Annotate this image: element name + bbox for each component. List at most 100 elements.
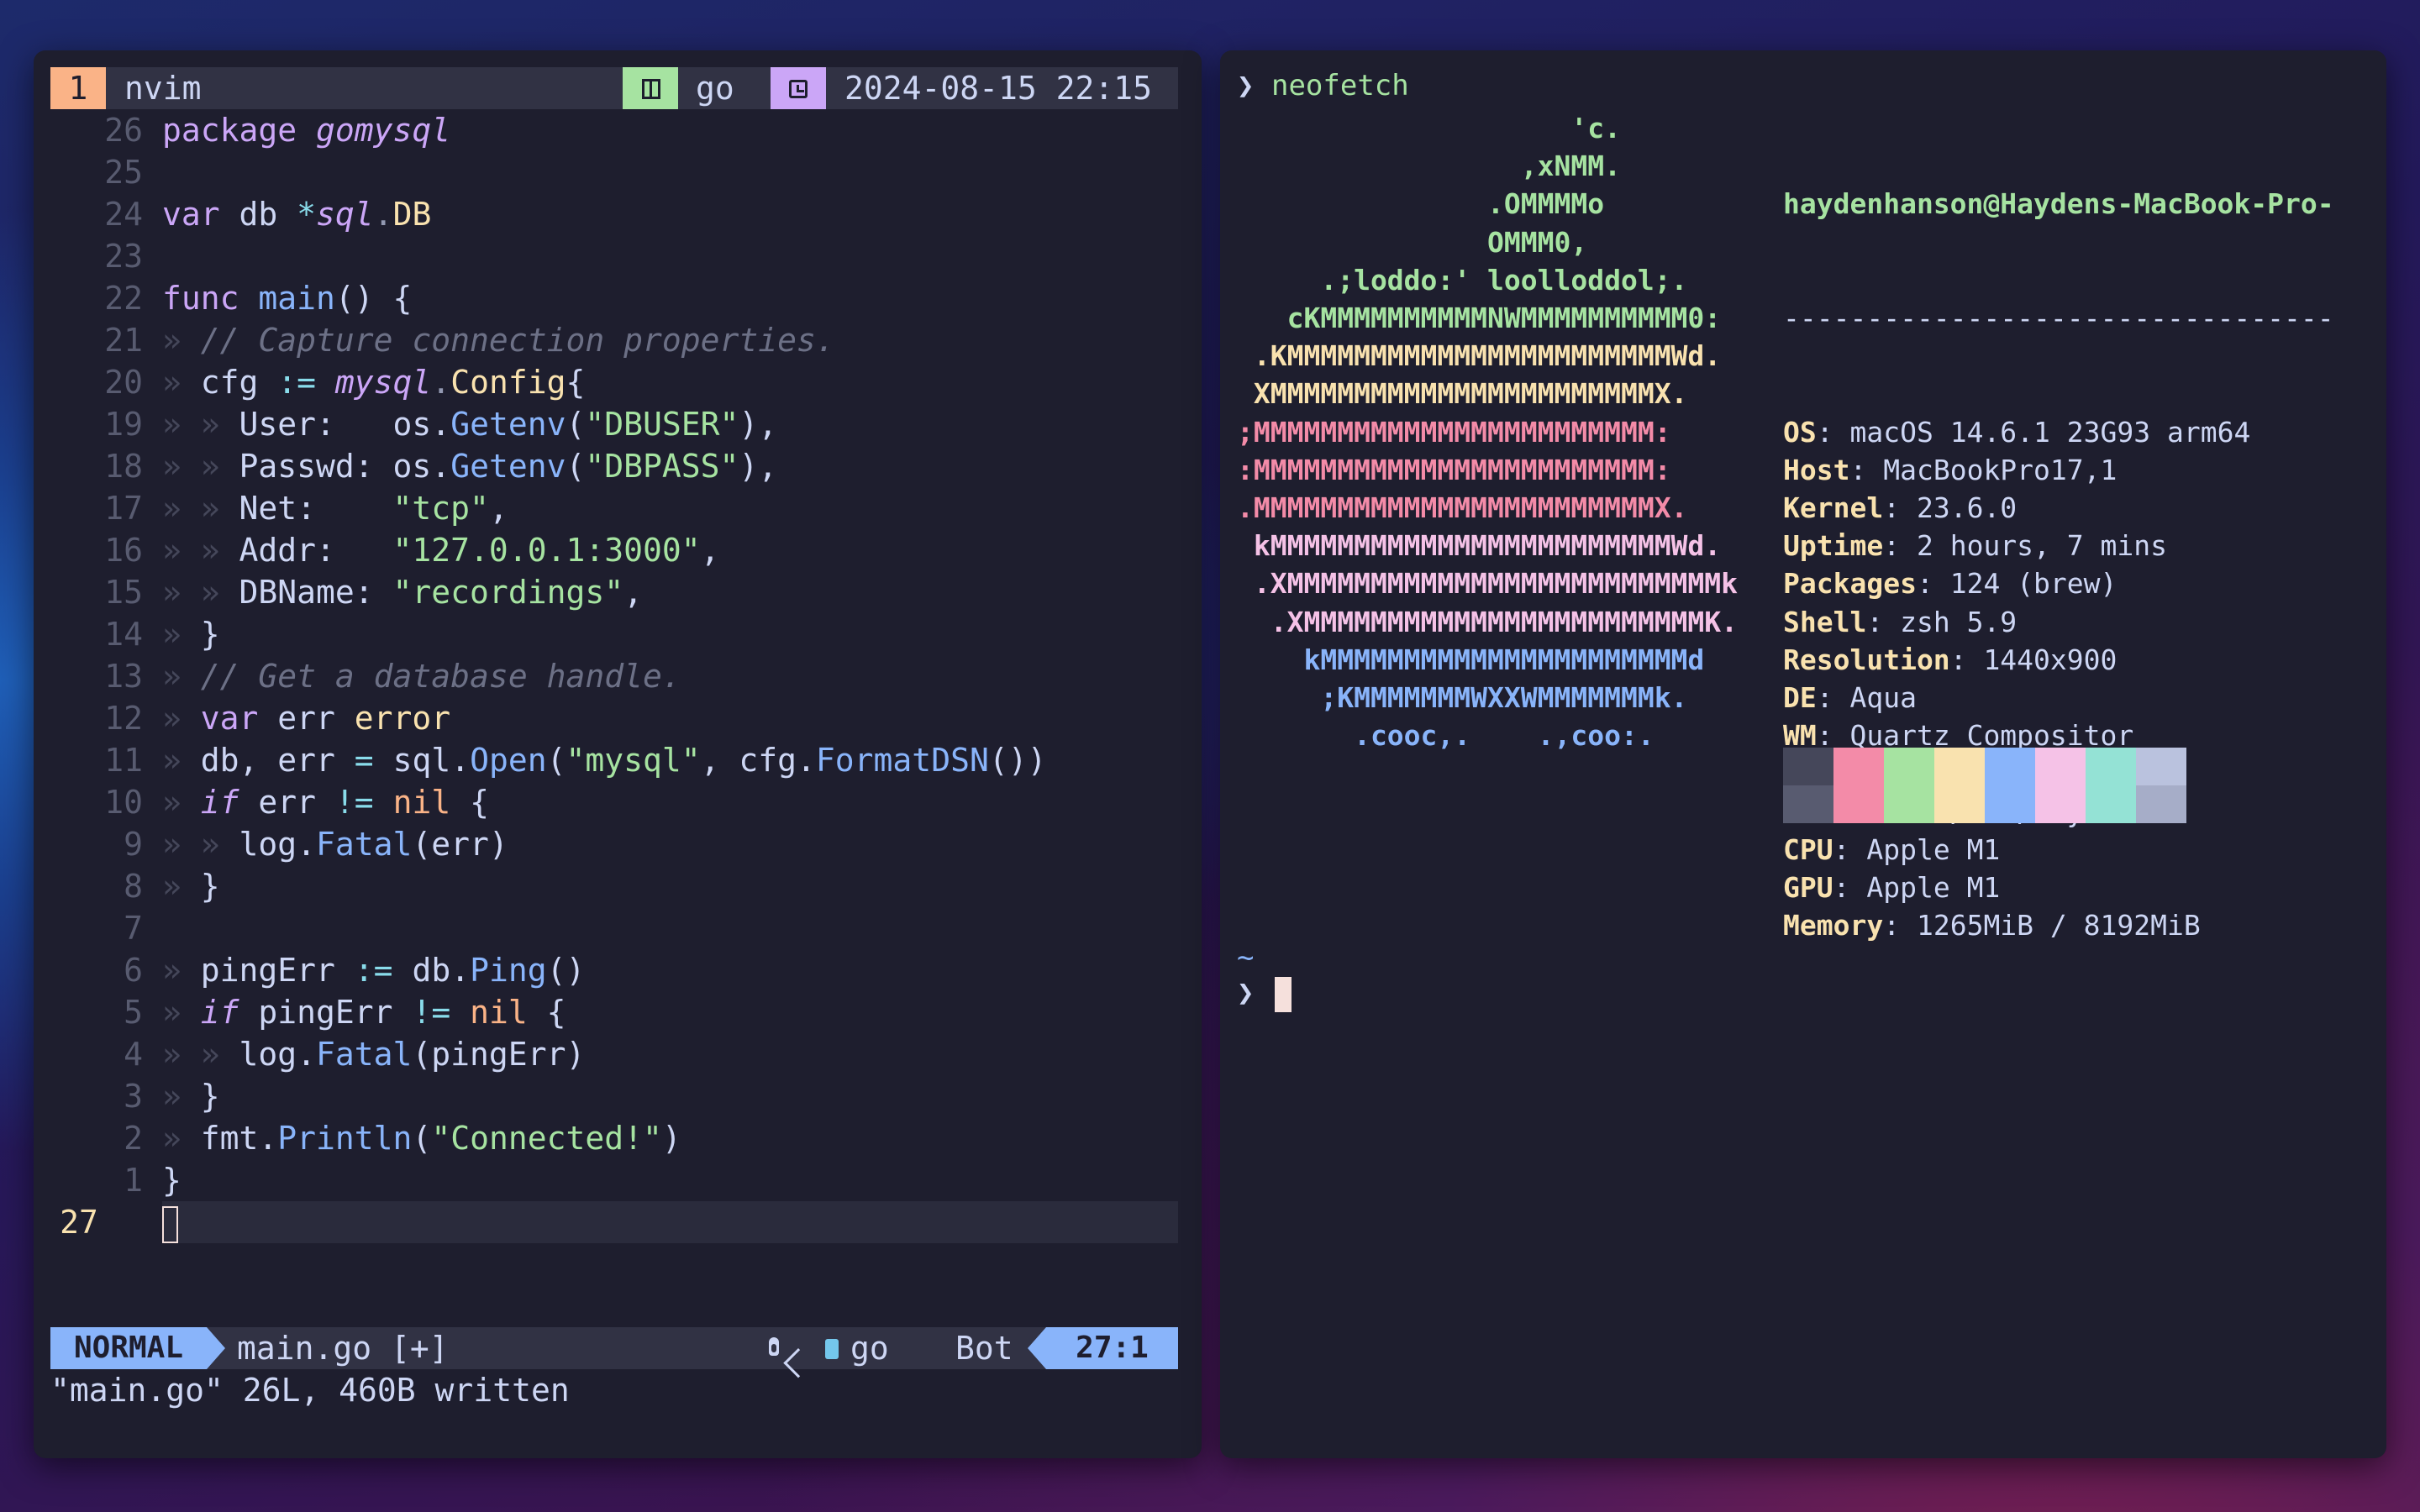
code-line[interactable]: 24 var db *sql.DB bbox=[34, 193, 1202, 235]
code-line[interactable]: 8 » } bbox=[34, 865, 1202, 907]
code-token: » » bbox=[162, 1036, 239, 1073]
info-value: Aqua bbox=[1849, 681, 1917, 715]
line-number: 18 bbox=[104, 448, 143, 485]
info-key: Resolution bbox=[1783, 643, 1950, 676]
code-token: { bbox=[566, 364, 586, 401]
code-line[interactable]: 2 » fmt.Println("Connected!") bbox=[34, 1117, 1202, 1159]
line-text: » » Passwd: os.Getenv("DBPASS"), bbox=[162, 445, 777, 487]
code-line[interactable]: 11 » db, err = sql.Open("mysql", cfg.Form… bbox=[34, 739, 1202, 781]
code-token: » » bbox=[162, 826, 239, 863]
code-line[interactable]: 21 » // Capture connection properties. bbox=[34, 319, 1202, 361]
line-text: » } bbox=[162, 613, 220, 655]
code-line[interactable]: 13 » // Get a database handle. bbox=[34, 655, 1202, 697]
code-line[interactable]: 23 bbox=[34, 235, 1202, 277]
code-line[interactable]: 12 » var err error bbox=[34, 697, 1202, 739]
info-value: 124 (brew) bbox=[1949, 567, 2118, 601]
code-line[interactable]: 3 » } bbox=[34, 1075, 1202, 1117]
line-number: 23 bbox=[104, 238, 143, 275]
code-line[interactable]: 5 » if pingErr != nil { bbox=[34, 991, 1202, 1033]
code-line[interactable]: 15 » » DBName: "recordings", bbox=[34, 571, 1202, 613]
code-token: Open bbox=[470, 742, 547, 779]
code-line[interactable]: 1} bbox=[34, 1159, 1202, 1201]
ascii-art-line: ;MMMMMMMMMMMMMMMMMMMMMMMM: bbox=[1237, 415, 1671, 449]
info-key: DE bbox=[1783, 681, 1817, 715]
code-line[interactable]: 9 » » log.Fatal(err) bbox=[34, 823, 1202, 865]
color-swatch bbox=[2136, 785, 2186, 823]
code-token: . bbox=[431, 364, 451, 401]
code-token: } bbox=[200, 616, 220, 653]
info-key: OS bbox=[1783, 415, 1817, 449]
info-row: Packages: 124 (brew) bbox=[1783, 567, 2118, 601]
code-line[interactable]: 25 bbox=[34, 151, 1202, 193]
line-text: » var err error bbox=[162, 697, 450, 739]
code-token: Passwd: os. bbox=[239, 448, 451, 485]
line-text: } bbox=[162, 1159, 182, 1201]
code-token: { bbox=[450, 784, 489, 821]
code-token: » » bbox=[162, 448, 239, 485]
info-row: Host: MacBookPro17,1 bbox=[1783, 453, 2118, 486]
color-swatch bbox=[2035, 748, 2086, 785]
code-token: . bbox=[373, 196, 393, 233]
code-line[interactable]: 19 » » User: os.Getenv("DBUSER"), bbox=[34, 403, 1202, 445]
code-token: ), bbox=[739, 406, 778, 443]
line-number: 13 bbox=[104, 658, 143, 695]
ascii-art-line: cKMMMMMMMMMMNWMMMMMMMMMM0: bbox=[1237, 302, 1722, 335]
code-token: "127.0.0.1:3000" bbox=[392, 532, 701, 569]
code-line[interactable]: 26 package gomysql bbox=[34, 109, 1202, 151]
code-token: ( bbox=[546, 742, 566, 779]
code-editor[interactable]: 26 package gomysql 25 24 var db *sql.DB 23 22 f… bbox=[34, 109, 1202, 1243]
info-value: macOS 14.6.1 23G93 arm64 bbox=[1849, 415, 2251, 449]
ascii-art-line: XMMMMMMMMMMMMMMMMMMMMMMMX. bbox=[1237, 377, 1688, 411]
code-line[interactable]: 16 » » Addr: "127.0.0.1:3000", bbox=[34, 529, 1202, 571]
code-line[interactable]: 22 func main() { bbox=[34, 277, 1202, 319]
calendar-icon bbox=[771, 67, 826, 109]
code-line[interactable]: 20 » cfg := mysql.Config{ bbox=[34, 361, 1202, 403]
terminal-window[interactable]: ❯ neofetch 'c. ,xNMM. .OMMMMo OMMM0, .;l… bbox=[1220, 50, 2386, 1458]
ascii-art-line: .cooc,. .,coo:. bbox=[1237, 719, 1655, 753]
code-token: » bbox=[162, 364, 201, 401]
line-text: » » DBName: "recordings", bbox=[162, 571, 643, 613]
apple-ascii-logo: 'c. ,xNMM. .OMMMMo OMMM0, .;loddo:' lool… bbox=[1237, 109, 1738, 754]
code-token: ( bbox=[412, 1120, 432, 1157]
ascii-art-line: OMMM0, bbox=[1237, 225, 1588, 259]
tmux-window-name[interactable]: nvim bbox=[124, 67, 202, 109]
line-number: 5 bbox=[124, 994, 143, 1031]
code-token: » bbox=[162, 1078, 201, 1115]
code-token: Ping bbox=[470, 952, 547, 989]
code-line[interactable]: 6 » pingErr := db.Ping() bbox=[34, 949, 1202, 991]
code-token: ) bbox=[661, 1120, 681, 1157]
code-token: (err) bbox=[412, 826, 508, 863]
nvim-window[interactable]: 1 nvim go 2024-08-15 22:15 26 package gom… bbox=[34, 50, 1202, 1458]
info-row: OS: macOS 14.6.1 23G93 arm64 bbox=[1783, 415, 2251, 449]
code-line[interactable]: 10 » if err != nil { bbox=[34, 781, 1202, 823]
code-line[interactable]: 18 » » Passwd: os.Getenv("DBPASS"), bbox=[34, 445, 1202, 487]
command-text: neofetch bbox=[1270, 69, 1409, 102]
tmux-window-number[interactable]: 1 bbox=[50, 67, 106, 109]
current-line[interactable]: 27 bbox=[60, 1201, 1178, 1243]
code-token: if bbox=[200, 994, 259, 1031]
active-prompt[interactable]: ❯ bbox=[1237, 974, 1292, 1012]
info-value: Apple M1 bbox=[1866, 871, 2001, 905]
info-row: Shell: zsh 5.9 bbox=[1783, 605, 2018, 638]
info-value: 2 hours, 7 mins bbox=[1916, 529, 2167, 563]
code-token: » » bbox=[162, 406, 239, 443]
code-token: "mysql" bbox=[566, 742, 701, 779]
code-token: () { bbox=[334, 280, 413, 317]
info-row: DE: Aqua bbox=[1783, 681, 1917, 715]
info-row: Memory: 1265MiB / 8192MiB bbox=[1783, 909, 2201, 942]
code-line[interactable]: 4 » » log.Fatal(pingErr) bbox=[34, 1033, 1202, 1075]
line-text bbox=[162, 1201, 178, 1243]
code-line[interactable]: 7 bbox=[34, 907, 1202, 949]
info-key: GPU bbox=[1783, 871, 1833, 905]
code-token: Println bbox=[277, 1120, 413, 1157]
line-number: 1 bbox=[124, 1162, 143, 1199]
line-text: » » log.Fatal(err) bbox=[162, 823, 508, 865]
code-token: Getenv bbox=[450, 406, 566, 443]
code-token: Config bbox=[450, 364, 566, 401]
code-line[interactable]: 14 » } bbox=[34, 613, 1202, 655]
code-token: Addr: bbox=[239, 532, 393, 569]
info-key: Packages bbox=[1783, 567, 1917, 601]
ascii-art-line: .XMMMMMMMMMMMMMMMMMMMMMMMMK. bbox=[1237, 605, 1739, 638]
code-line[interactable]: 17 » » Net: "tcp", bbox=[34, 487, 1202, 529]
line-text: » if err != nil { bbox=[162, 781, 489, 823]
